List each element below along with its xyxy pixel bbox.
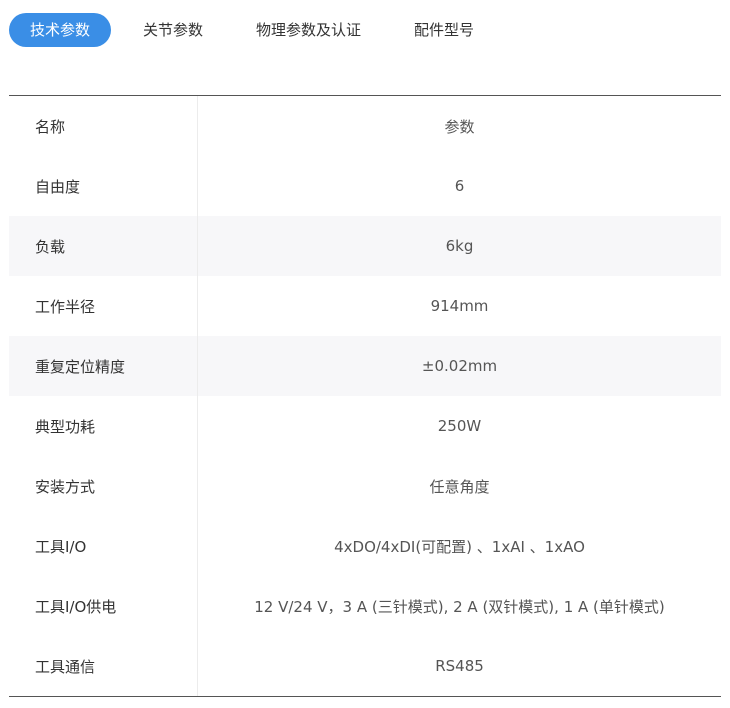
row-label: 工具通信 (9, 636, 198, 696)
row-value: 4xDO/4xDI(可配置) 、1xAI 、1xAO (334, 537, 585, 556)
table-header-row: 名称 参数 (9, 96, 721, 156)
table-row: 重复定位精度 ±0.02mm (9, 336, 721, 396)
tab-accessory-models[interactable]: 配件型号 (414, 13, 474, 47)
row-value: 250W (437, 417, 482, 435)
row-label: 安装方式 (9, 456, 198, 516)
table-row: 工作半径 914mm (9, 276, 721, 336)
spec-table: 名称 参数 自由度 6 负载 6kg 工作半径 914mm 重复定位精度 ±0.… (9, 95, 721, 697)
tab-technical-params[interactable]: 技术参数 (9, 13, 112, 47)
row-label: 工作半径 (9, 276, 198, 336)
row-label: 负载 (9, 216, 198, 276)
column-header-name: 名称 (9, 96, 198, 156)
table-row: 自由度 6 (9, 156, 721, 216)
row-label: 工具I/O供电 (9, 576, 198, 636)
table-row: 安装方式 任意角度 (9, 456, 721, 516)
table-row: 工具I/O供电 12 V/24 V，3 A (三针模式), 2 A (双针模式)… (9, 576, 721, 636)
table-row: 工具通信 RS485 (9, 636, 721, 696)
table-row: 工具I/O 4xDO/4xDI(可配置) 、1xAI 、1xAO (9, 516, 721, 576)
tab-bar: 技术参数 关节参数 物理参数及认证 配件型号 (9, 13, 474, 47)
table-row: 负载 6kg (9, 216, 721, 276)
row-value: 12 V/24 V，3 A (三针模式), 2 A (双针模式), 1 A (单… (254, 597, 665, 616)
table-row: 典型功耗 250W (9, 396, 721, 456)
row-label: 工具I/O (9, 516, 198, 576)
row-value: 6kg (445, 237, 474, 255)
row-value: 任意角度 (429, 477, 490, 496)
tab-joint-params[interactable]: 关节参数 (143, 13, 203, 47)
row-value: 914mm (430, 297, 489, 315)
row-value: RS485 (435, 657, 484, 675)
tab-physical-params-certification[interactable]: 物理参数及认证 (256, 13, 361, 47)
row-value: ±0.02mm (421, 357, 498, 375)
row-label: 自由度 (9, 156, 198, 216)
row-label: 重复定位精度 (9, 336, 198, 396)
row-label: 典型功耗 (9, 396, 198, 456)
column-header-value: 参数 (444, 117, 475, 136)
row-value: 6 (454, 177, 465, 195)
